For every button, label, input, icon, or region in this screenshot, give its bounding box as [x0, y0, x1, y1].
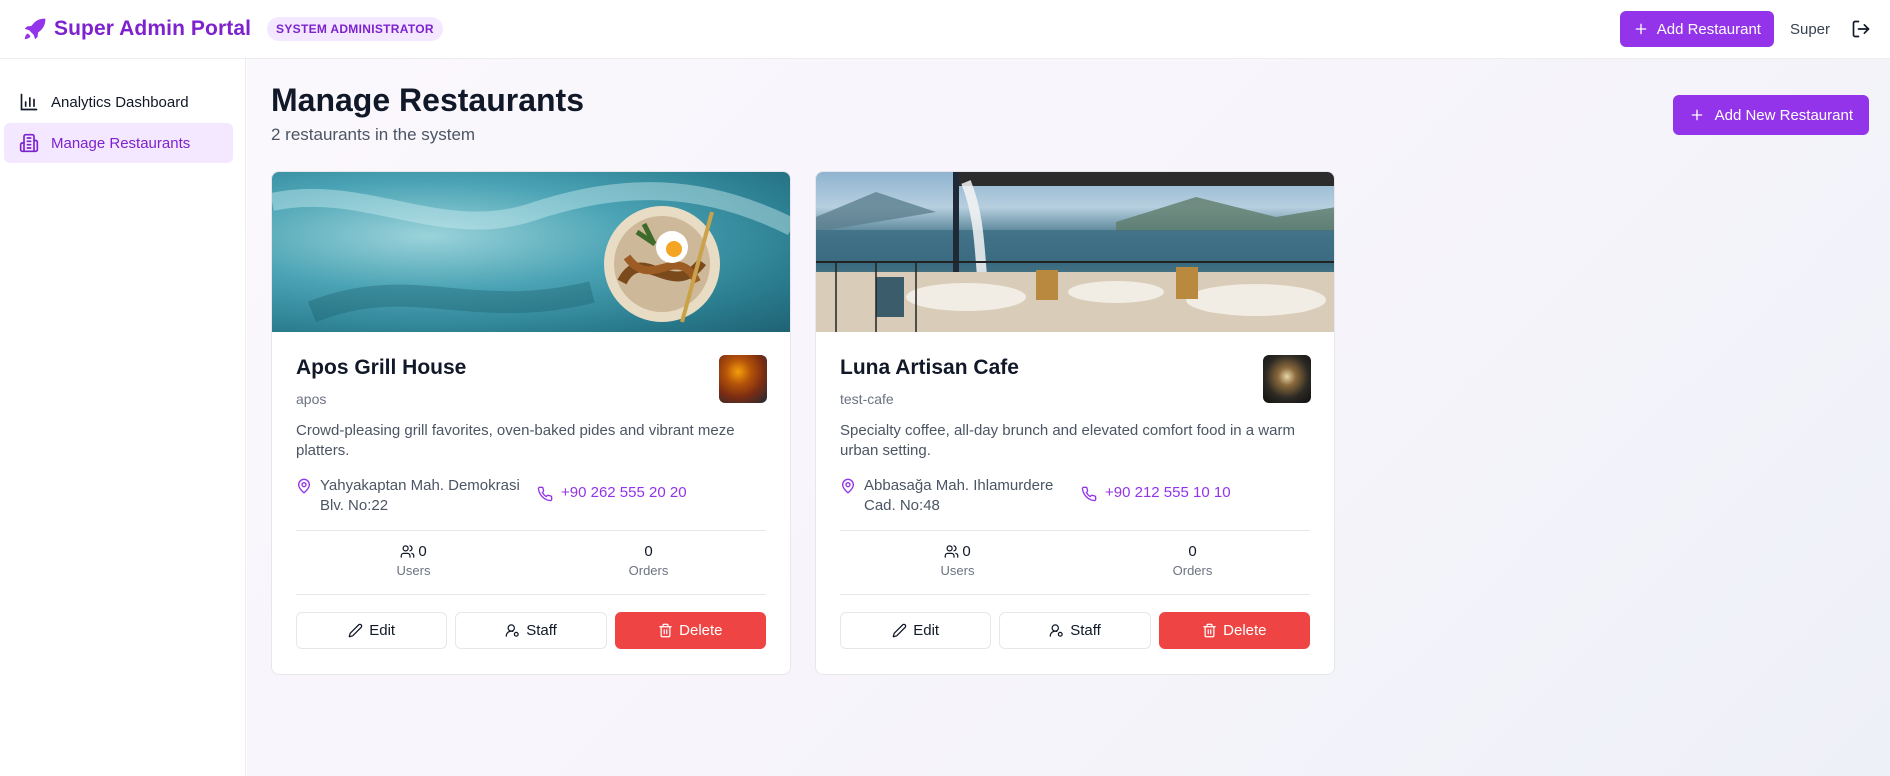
add-restaurant-label: Add Restaurant — [1656, 20, 1761, 38]
delete-label: Delete — [1223, 622, 1267, 639]
restaurant-cover-image — [816, 172, 1334, 332]
staff-button[interactable]: Staff — [999, 612, 1151, 649]
users-stat: 0 Users — [840, 531, 1075, 594]
users-label: Users — [940, 563, 975, 578]
delete-button[interactable]: Delete — [1158, 612, 1310, 649]
address-text: Yahyakaptan Mah. Demokrasi Blv. No:22 — [320, 477, 520, 514]
logout-icon — [1852, 20, 1870, 38]
map-pin-icon — [842, 478, 854, 494]
phone-text: +90 212 555 10 10 — [1105, 484, 1231, 501]
brand-name: Super Admin Portal — [54, 17, 252, 40]
phone-icon — [537, 486, 553, 502]
users-icon — [400, 545, 415, 558]
phone-text: +90 262 555 20 20 — [561, 484, 687, 501]
edit-label: Edit — [913, 622, 940, 639]
delete-button[interactable]: Delete — [614, 612, 766, 649]
user-name[interactable]: Super — [1790, 21, 1830, 38]
rocket-icon — [24, 18, 46, 40]
staff-button[interactable]: Staff — [455, 612, 607, 649]
add-new-restaurant-label: Add New Restaurant — [1714, 106, 1853, 124]
trash-icon — [659, 623, 672, 638]
address-text: Abbasağa Mah. Ihlamurdere Cad. No:48 — [864, 477, 1054, 514]
users-count: 0 — [962, 543, 971, 560]
restaurant-description: Crowd-pleasing grill favorites, oven-bak… — [296, 422, 735, 459]
role-badge: SYSTEM ADMINISTRATOR — [267, 17, 443, 41]
map-pin-icon — [298, 478, 310, 494]
restaurant-phone[interactable]: +90 262 555 20 20 — [537, 484, 687, 516]
delete-label: Delete — [679, 622, 723, 639]
pencil-icon — [892, 623, 907, 638]
restaurant-name: Luna Artisan Cafe — [840, 356, 1019, 379]
plus-icon — [1635, 23, 1647, 35]
restaurant-stats: 0 Users 0 Orders — [840, 530, 1310, 595]
brand[interactable]: Super Admin Portal — [22, 16, 251, 42]
restaurant-slug: test-cafe — [840, 391, 894, 407]
sidebar-item-label: Manage Restaurants — [51, 134, 191, 152]
orders-label: Orders — [1172, 563, 1213, 578]
orders-label: Orders — [628, 563, 669, 578]
page-title: Manage Restaurants — [271, 82, 584, 118]
page-subtitle: 2 restaurants in the system — [271, 125, 476, 144]
user-cog-icon — [505, 624, 519, 637]
orders-count: 0 — [644, 543, 653, 560]
restaurant-phone[interactable]: +90 212 555 10 10 — [1081, 484, 1231, 516]
restaurant-logo — [1263, 355, 1311, 403]
restaurant-card: Luna Artisan Cafe test-cafe Specialty co… — [815, 171, 1335, 675]
users-stat: 0 Users — [296, 531, 531, 594]
edit-button[interactable]: Edit — [840, 612, 992, 649]
orders-count: 0 — [1188, 543, 1197, 560]
plus-icon — [1691, 109, 1702, 121]
restaurant-stats: 0 Users 0 Orders — [296, 530, 766, 595]
main-content: Manage Restaurants 2 restaurants in the … — [247, 59, 1890, 776]
restaurant-address: Yahyakaptan Mah. Demokrasi Blv. No:22 — [296, 476, 537, 516]
phone-icon — [1081, 486, 1097, 502]
edit-label: Edit — [369, 622, 396, 639]
edit-button[interactable]: Edit — [296, 612, 448, 649]
users-icon — [944, 545, 959, 558]
restaurant-address: Abbasağa Mah. Ihlamurdere Cad. No:48 — [840, 476, 1081, 516]
restaurant-description: Specialty coffee, all-day brunch and ele… — [840, 422, 1295, 459]
sidebar-item-analytics-dashboard[interactable]: Analytics Dashboard — [4, 82, 233, 122]
orders-stat: 0 Orders — [1075, 531, 1310, 594]
trash-icon — [1203, 623, 1216, 638]
restaurant-name: Apos Grill House — [296, 356, 467, 379]
user-cog-icon — [1049, 624, 1063, 637]
users-count: 0 — [418, 543, 427, 560]
restaurant-cover-image — [272, 172, 790, 332]
sidebar-item-label: Analytics Dashboard — [51, 93, 189, 111]
staff-label: Staff — [1070, 622, 1101, 639]
users-label: Users — [396, 563, 431, 578]
restaurant-card: Apos Grill House apos Crowd-pleasing gri… — [271, 171, 791, 675]
orders-stat: 0 Orders — [531, 531, 766, 594]
restaurant-slug: apos — [296, 391, 327, 407]
logout-button[interactable] — [1850, 18, 1872, 40]
pencil-icon — [348, 623, 363, 638]
add-new-restaurant-button[interactable]: Add New Restaurant — [1672, 95, 1869, 135]
bar-chart-icon — [20, 93, 38, 111]
building-icon — [19, 133, 39, 153]
staff-label: Staff — [526, 622, 557, 639]
sidebar-item-manage-restaurants[interactable]: Manage Restaurants — [4, 123, 233, 163]
restaurant-logo — [719, 355, 767, 403]
add-restaurant-button[interactable]: Add Restaurant — [1619, 11, 1774, 47]
top-header: Super Admin Portal SYSTEM ADMINISTRATOR … — [0, 0, 1890, 59]
sidebar: Analytics Dashboard Manage Restaurants — [0, 59, 246, 776]
